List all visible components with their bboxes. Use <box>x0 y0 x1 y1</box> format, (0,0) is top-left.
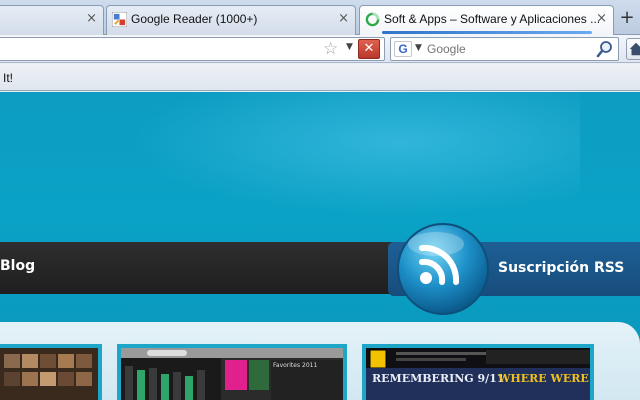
thumbnail-photo-grid[interactable] <box>0 344 102 400</box>
tab-soft-apps-title: Soft & Apps – Software y Aplicaciones ..… <box>384 12 601 26</box>
header-glow <box>130 92 580 217</box>
search-bar[interactable]: G ▼ <box>390 37 619 61</box>
media-player-image <box>121 348 343 400</box>
tab-google-reader-close-icon[interactable]: × <box>338 11 349 26</box>
url-history-dropdown-icon[interactable]: ▼ <box>346 42 353 52</box>
rss-icon[interactable] <box>396 222 490 316</box>
tab-strip: × Google Reader (1000+) × Soft & Apps – … <box>0 0 640 36</box>
tab-soft-apps-close-icon[interactable]: × <box>596 11 607 26</box>
google-reader-favicon-icon <box>112 12 127 27</box>
magnifier-icon[interactable] <box>596 40 614 58</box>
tab-google-reader[interactable]: Google Reader (1000+) × <box>106 5 356 35</box>
nav-link-blog[interactable]: Blog <box>0 258 35 274</box>
home-button[interactable] <box>626 38 640 60</box>
news-headline-a: REMEMBERING 9/11 <box>372 372 505 385</box>
tab-1[interactable]: × <box>0 5 104 35</box>
new-tab-button[interactable]: + <box>616 8 638 30</box>
tab-google-reader-title: Google Reader (1000+) <box>131 12 258 26</box>
rss-subscribe-label[interactable]: Suscripción RSS <box>498 260 624 276</box>
search-engine-dropdown-icon[interactable]: ▼ <box>415 43 422 53</box>
stop-button[interactable]: ✕ <box>358 39 380 59</box>
news-headline-b: WHERE WERE YOU? <box>498 372 590 385</box>
media-player-title: Favorites 2011 <box>273 362 318 369</box>
bookmark-item[interactable]: It! <box>3 71 13 85</box>
url-bar[interactable]: ☆ ▼ ✕ <box>0 37 385 61</box>
bookmarks-bar: It! <box>0 64 640 91</box>
thumbnail-media-player[interactable]: Favorites 2011 <box>117 344 347 400</box>
loading-spinner-icon <box>365 12 380 27</box>
home-icon <box>629 42 640 56</box>
google-logo-icon[interactable]: G <box>394 41 412 57</box>
tab-soft-apps[interactable]: Soft & Apps – Software y Aplicaciones ..… <box>359 5 614 36</box>
navigation-bar: ☆ ▼ ✕ G ▼ <box>0 35 640 63</box>
search-input[interactable] <box>427 40 587 58</box>
tab-loading-progress <box>382 31 592 34</box>
star-icon[interactable]: ☆ <box>323 39 338 59</box>
web-page: Blog Suscripción RSS Favorites 2011 REME… <box>0 92 640 400</box>
photo-grid-image <box>4 354 92 386</box>
tab-1-close-icon[interactable]: × <box>86 11 97 26</box>
thumbnail-national-geographic[interactable]: REMEMBERING 9/11 WHERE WERE YOU? <box>362 344 594 400</box>
